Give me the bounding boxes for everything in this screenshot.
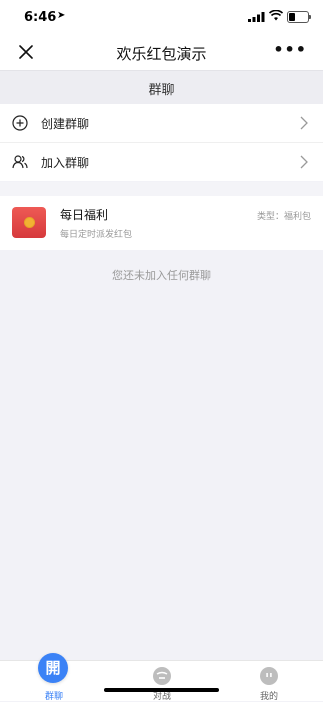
tab-label-profile: 我的 (259, 692, 278, 702)
add-circle-icon (12, 115, 28, 131)
group-chat-tab-icon: 開 (38, 653, 68, 683)
navigation-bar: 欢乐红包演示 ••• (0, 36, 323, 70)
empty-state-text: 您还未加入任何群聊 (112, 269, 211, 282)
group-type-label: 类型：福利包 (256, 212, 311, 222)
join-group-item[interactable]: 加入群聊 (0, 142, 323, 181)
wifi-icon (269, 10, 283, 21)
page-title: 群聊 (0, 70, 323, 105)
tab-bar: 開 群聊 对战 我的 (0, 653, 323, 702)
join-group-label: 加入群聊 (41, 156, 90, 170)
chevron-right-icon (300, 155, 308, 169)
status-bar: 6:46 ➤ (0, 0, 323, 36)
group-item-daily-welfare[interactable]: 每日福利 每日定时派发红包 类型：福利包 (0, 196, 323, 250)
home-indicator (104, 688, 219, 692)
create-group-item[interactable]: 创建群聊 (0, 104, 323, 142)
face-icon (266, 673, 272, 677)
status-time: 6:46 (24, 10, 57, 25)
signal-icon (248, 12, 265, 22)
red-envelope-icon (12, 207, 46, 238)
battery-icon (287, 11, 311, 23)
group-description: 每日定时派发红包 (60, 230, 133, 240)
location-arrow-icon: ➤ (57, 10, 66, 21)
tab-group-chat[interactable]: 開 群聊 (0, 653, 108, 702)
profile-tab-icon (260, 667, 278, 685)
group-name: 每日福利 (60, 208, 109, 222)
coin-icon (23, 217, 35, 228)
tab-profile[interactable]: 我的 (215, 661, 323, 702)
chevron-right-icon (300, 116, 308, 130)
tab-battle[interactable]: 对战 (108, 661, 216, 702)
people-icon (12, 155, 28, 169)
create-group-label: 创建群聊 (41, 117, 90, 131)
section-divider (0, 182, 323, 196)
battle-tab-icon (153, 667, 171, 685)
more-options-button[interactable]: ••• (273, 40, 307, 59)
tab-label-group-chat: 群聊 (44, 692, 63, 702)
group-menu: 创建群聊 加入群聊 (0, 104, 323, 181)
